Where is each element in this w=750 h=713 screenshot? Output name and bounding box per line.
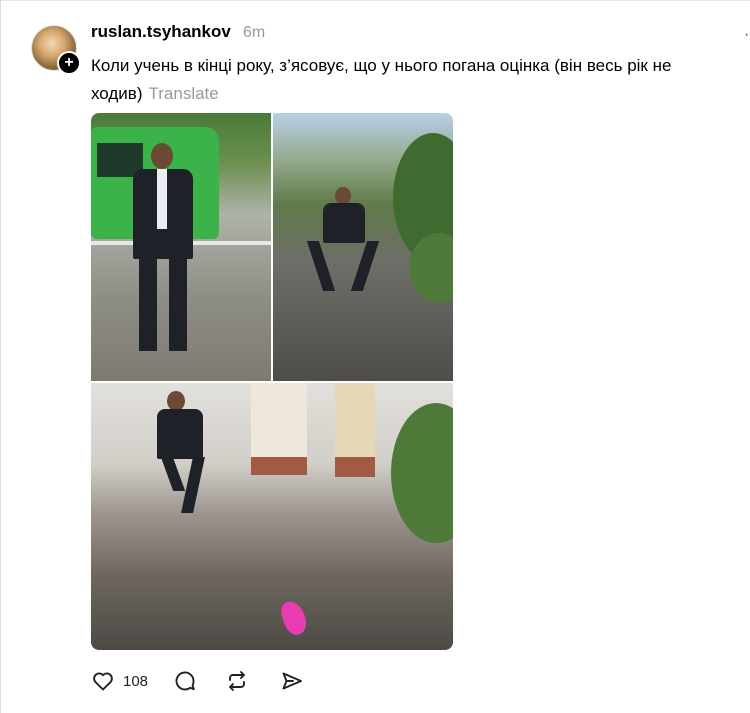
media-image-1[interactable]: [91, 113, 271, 381]
pink-object: [278, 598, 310, 638]
repost-button[interactable]: [225, 669, 249, 693]
left-border: [0, 0, 1, 713]
media-collage[interactable]: [91, 113, 453, 650]
username-link[interactable]: ruslan.tsyhankov: [91, 22, 231, 42]
like-button[interactable]: 108: [91, 669, 148, 693]
top-border: [0, 0, 750, 1]
follow-plus-icon[interactable]: +: [57, 51, 81, 75]
more-options-icon[interactable]: ·: [744, 26, 749, 44]
comment-icon: [175, 671, 195, 691]
translate-link[interactable]: Translate: [149, 84, 219, 103]
heart-icon: [93, 672, 113, 691]
media-image-2[interactable]: [273, 113, 453, 381]
repost-icon: [229, 671, 245, 691]
post-caption: Коли учень в кінці року, з’ясовує, що у …: [91, 52, 741, 108]
like-count: 108: [123, 672, 149, 690]
share-button[interactable]: [280, 669, 304, 693]
comment-button[interactable]: [173, 669, 197, 693]
media-image-3[interactable]: [91, 383, 453, 650]
avatar-button[interactable]: +: [31, 25, 81, 75]
action-bar: 108: [91, 668, 304, 694]
post-timestamp: 6m: [243, 24, 266, 41]
share-icon: [282, 672, 302, 690]
